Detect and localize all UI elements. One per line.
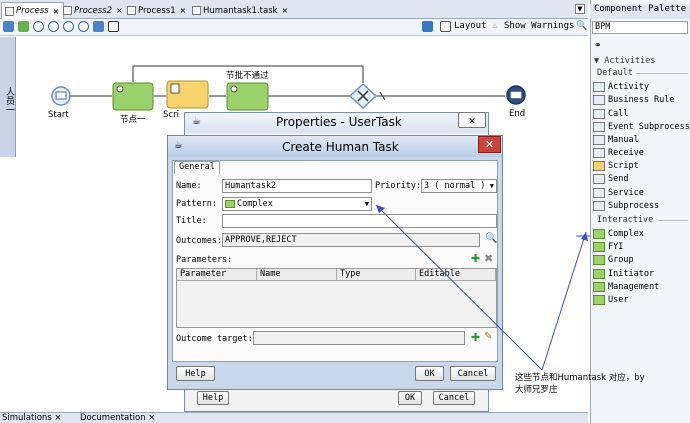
annotation-arrow bbox=[541, 231, 587, 371]
annotation-note: 这些节点和Humantask 对应，by 大师兄罗庄 bbox=[515, 373, 645, 395]
annotation-arrows bbox=[375, 204, 590, 371]
annotation-arrow bbox=[375, 204, 543, 371]
